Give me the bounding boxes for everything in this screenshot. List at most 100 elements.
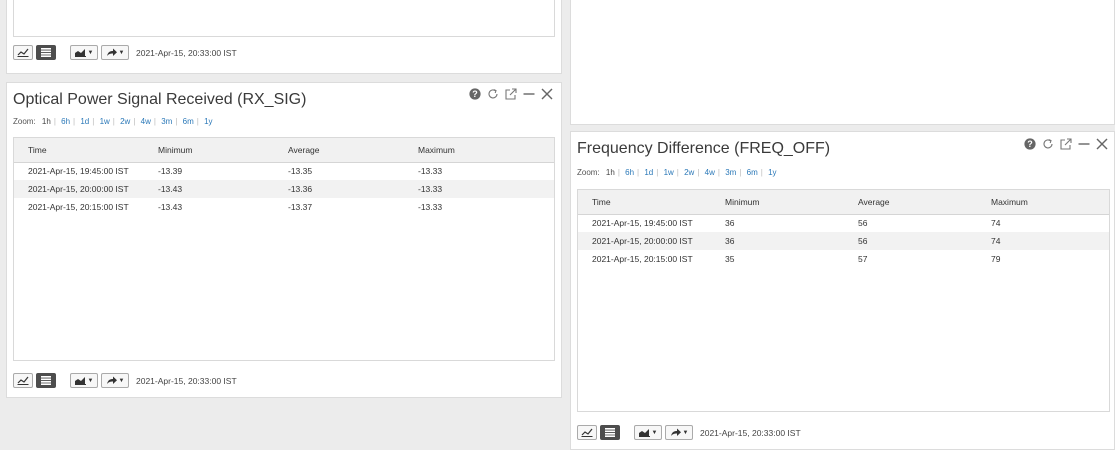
table-header-row: Time Minimum Average Maximum [578,190,1109,215]
cell-maximum: -13.33 [418,202,443,212]
table-view-icon [41,376,51,385]
zoom-1w[interactable]: 1w [664,168,674,177]
column-header-average[interactable]: Average [274,138,404,163]
data-table-container: Time Minimum Average Maximum 2021-Apr-15… [577,189,1110,412]
zoom-3m[interactable]: 3m [725,168,736,177]
refresh-button[interactable] [1042,138,1054,150]
column-header-average[interactable]: Average [844,190,977,215]
freq-off-panel: Frequency Difference (FREQ_OFF) ? Zoom: … [570,131,1115,450]
line-chart-button[interactable] [577,425,597,440]
cell-minimum: -13.43 [144,180,274,198]
rx-data-table: Time Minimum Average Maximum 2021-Apr-15… [14,138,554,216]
freq-data-table: Time Minimum Average Maximum 2021-Apr-15… [578,190,1109,268]
minimize-icon [523,93,535,95]
data-table-container: Time Minimum Average Maximum 2021-Apr-15… [13,137,555,361]
zoom-1d[interactable]: 1d [80,117,89,126]
column-header-maximum[interactable]: Maximum [977,190,1109,215]
share-dropdown[interactable]: ▼ [665,425,693,440]
column-header-minimum[interactable]: Minimum [144,138,274,163]
zoom-1y[interactable]: 1y [768,168,776,177]
panel-footer: ▼ ▼ 2021-Apr-15, 20:33:00 IST [577,425,801,440]
table-row: 2021-Apr-15, 20:15:00 IST 35 57 79 [578,250,1109,268]
zoom-1y[interactable]: 1y [204,117,212,126]
panel-toolbar: ? [469,88,553,100]
cell-average: -13.36 [274,180,404,198]
column-header-minimum[interactable]: Minimum [711,190,844,215]
zoom-3m[interactable]: 3m [161,117,172,126]
zoom-6m[interactable]: 6m [747,168,758,177]
popout-icon [505,88,517,100]
cell-time: 2021-Apr-15, 20:15:00 IST [28,202,129,212]
chevron-down-icon: ▼ [118,49,125,56]
area-chart-icon [74,377,86,385]
table-view-button[interactable] [36,373,56,388]
zoom-4w[interactable]: 4w [705,168,715,177]
last-updated-timestamp: 2021-Apr-15, 20:33:00 IST [700,427,801,438]
last-updated-timestamp: 2021-Apr-15, 20:33:00 IST [136,375,237,386]
zoom-2w[interactable]: 2w [684,168,694,177]
cell-time: 2021-Apr-15, 20:00:00 IST [578,232,711,250]
panel-toolbar: ? [1024,138,1108,150]
table-row: 2021-Apr-15, 19:45:00 IST -13.39 -13.35 … [14,162,554,180]
table-row: 2021-Apr-15, 19:45:00 IST 36 56 74 [578,214,1109,232]
table-view-button[interactable] [36,45,56,60]
help-icon: ? [1024,138,1036,150]
zoom-6h[interactable]: 6h [625,168,634,177]
cell-maximum: -13.33 [404,180,554,198]
share-icon [106,376,117,384]
panel-title: Frequency Difference (FREQ_OFF) [577,140,831,157]
column-header-time[interactable]: Time [578,190,711,215]
panel-title: Optical Power Signal Received (RX_SIG) [13,91,307,108]
close-button[interactable] [1096,138,1108,150]
table-row: 2021-Apr-15, 20:00:00 IST 36 56 74 [578,232,1109,250]
table-row: 2021-Apr-15, 20:00:00 IST -13.43 -13.36 … [14,180,554,198]
zoom-4w[interactable]: 4w [141,117,151,126]
chevron-down-icon: ▼ [118,377,125,384]
share-dropdown[interactable]: ▼ [101,45,129,60]
cell-minimum: 36 [711,232,844,250]
cell-average: 57 [858,254,868,264]
cell-maximum: 74 [991,218,1001,229]
zoom-1w[interactable]: 1w [100,117,110,126]
area-chart-icon [638,429,650,437]
zoom-1d[interactable]: 1d [644,168,653,177]
close-icon [541,88,553,100]
refresh-button[interactable] [487,88,499,100]
column-header-maximum[interactable]: Maximum [404,138,554,163]
chevron-down-icon: ▼ [682,429,689,436]
help-button[interactable]: ? [1024,138,1036,150]
zoom-6m[interactable]: 6m [183,117,194,126]
zoom-2w[interactable]: 2w [120,117,130,126]
minimize-button[interactable] [1078,138,1090,150]
chevron-down-icon: ▼ [87,377,94,384]
cell-time: 2021-Apr-15, 19:45:00 IST [592,218,693,229]
chart-type-dropdown[interactable]: ▼ [70,45,98,60]
zoom-1h[interactable]: 1h [606,168,615,177]
chevron-down-icon: ▼ [87,49,94,56]
line-chart-button[interactable] [13,45,33,60]
table-view-button[interactable] [600,425,620,440]
zoom-bar: Zoom: 1h | 6h | 1d | 1w | 2w | 4w | 3m | 6m | 1y [13,117,213,126]
column-header-time[interactable]: Time [14,138,144,163]
share-icon [670,428,681,436]
minimize-button[interactable] [523,88,535,100]
cell-maximum: -13.33 [418,166,443,177]
table-view-icon [41,48,51,57]
line-chart-icon [581,428,593,437]
cell-time: 2021-Apr-15, 20:15:00 IST [592,254,693,264]
chart-type-dropdown[interactable]: ▼ [634,425,662,440]
chart-type-dropdown[interactable]: ▼ [70,373,98,388]
line-chart-icon [17,376,29,385]
popout-button[interactable] [1060,138,1072,150]
share-dropdown[interactable]: ▼ [101,373,129,388]
refresh-icon [488,89,498,99]
zoom-1h[interactable]: 1h [42,117,51,126]
line-chart-button[interactable] [13,373,33,388]
close-button[interactable] [541,88,553,100]
zoom-6h[interactable]: 6h [61,117,70,126]
help-button[interactable]: ? [469,88,481,100]
cell-average: 56 [844,232,977,250]
popout-button[interactable] [505,88,517,100]
cell-time: 2021-Apr-15, 19:45:00 IST [28,166,129,177]
rx-sig-panel: Optical Power Signal Received (RX_SIG) ?… [6,82,562,398]
